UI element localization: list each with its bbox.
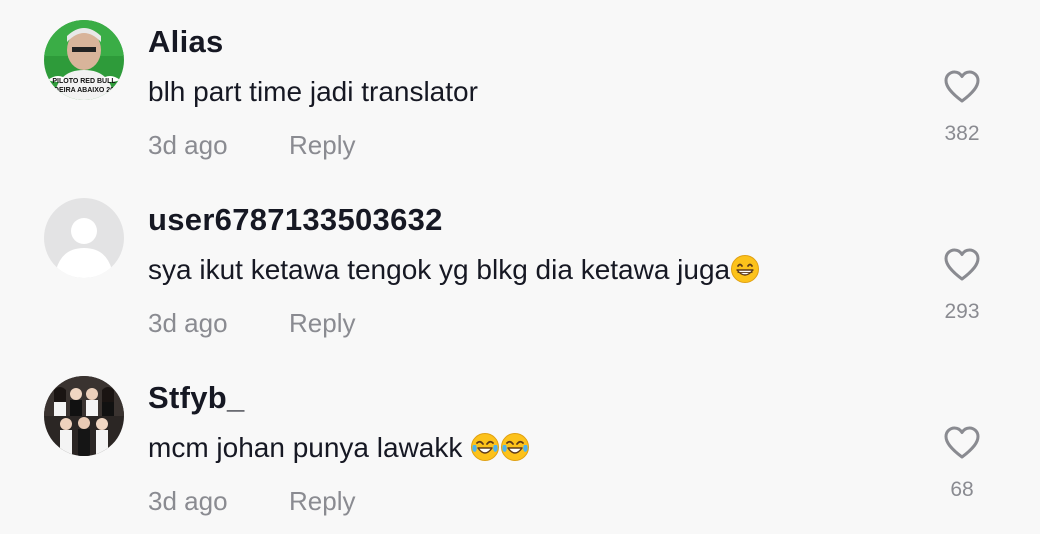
like-count: 382 [944,122,980,145]
comment-timestamp: 3d ago [148,308,228,338]
avatar[interactable]: PILOTO RED BULL DEIRA ABAIXO 20 [44,20,124,100]
avatar-caption: PILOTO RED BULL [52,78,116,85]
comment-text: mcm johan punya lawakk [148,432,530,464]
like-button[interactable]: 293 [930,248,994,328]
heart-icon [944,426,980,459]
comment-timestamp: 3d ago [148,130,228,160]
comment-text-body: sya ikut ketawa tengok yg blkg dia ketaw… [148,254,731,285]
comment-text-body: blh part time jadi translator [148,76,478,107]
comment-username[interactable]: Stfyb_ [148,380,245,416]
like-button[interactable]: 382 [930,70,994,150]
comment-item: PILOTO RED BULL DEIRA ABAIXO 20 Alias bl… [0,0,1040,178]
comment-item: Stfyb_ mcm johan punya lawakk 3d ago Rep… [0,356,1040,534]
comment-text: blh part time jadi translator [148,76,478,108]
reply-button[interactable]: Reply [289,308,355,339]
avatar[interactable] [44,376,124,456]
tears-of-joy-icon [500,432,530,462]
heart-icon [944,70,980,103]
grinning-face-icon [730,254,760,284]
tears-of-joy-icon [470,432,500,462]
comment-username[interactable]: user6787133503632 [148,202,443,238]
avatar-caption: DEIRA ABAIXO 20 [54,87,114,94]
comment-text: sya ikut ketawa tengok yg blkg dia ketaw… [148,254,760,286]
reply-button[interactable]: Reply [289,130,355,161]
comment-username[interactable]: Alias [148,24,224,60]
comment-item: user6787133503632 sya ikut ketawa tengok… [0,178,1040,356]
reply-button[interactable]: Reply [289,486,355,517]
like-count: 293 [944,300,980,323]
avatar[interactable] [44,198,124,278]
like-button[interactable]: 68 [930,426,994,506]
like-count: 68 [950,478,974,501]
heart-icon [944,248,980,281]
comment-timestamp: 3d ago [148,486,228,516]
comment-text-body: mcm johan punya lawakk [148,432,471,463]
